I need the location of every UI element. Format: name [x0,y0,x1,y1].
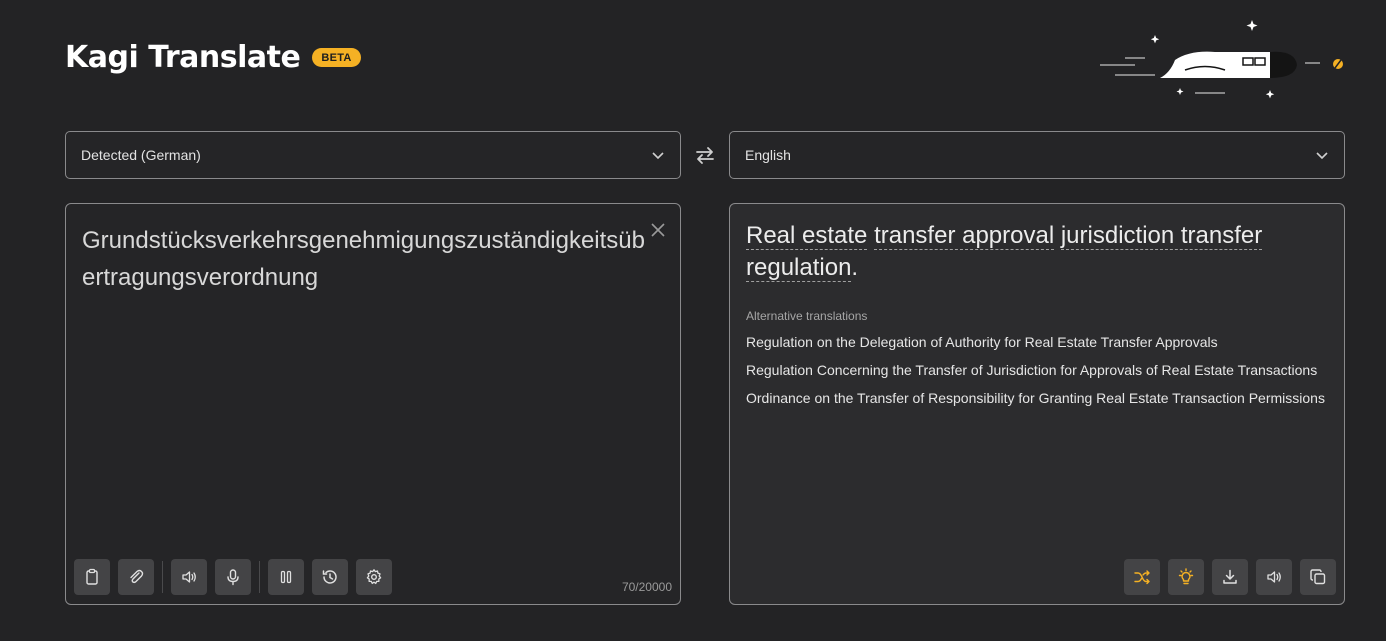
character-count: 70/20000 [621,580,672,594]
translation-segment[interactable]: transfer approval [874,222,1055,250]
app-title[interactable]: Kagi Translate [65,40,301,75]
speaker-icon [182,571,196,583]
translation-result[interactable]: Real estate transfer approval jurisdicti… [746,220,1326,284]
toolbar-divider [259,561,260,593]
doggo-mascot-illustration [1100,20,1343,99]
history-button[interactable] [312,559,348,595]
settings-button[interactable] [356,559,392,595]
paste-button[interactable] [74,559,110,595]
download-button[interactable] [1212,559,1248,595]
source-panel: Grundstücksverkehrsgenehmigungszuständig… [65,203,681,605]
speak-translation-button[interactable] [1256,559,1292,595]
beta-badge: BETA [312,48,361,67]
clipboard-icon [86,568,98,585]
toolbar-divider [162,561,163,593]
microphone-icon [227,569,239,586]
translation-segment[interactable]: Real estate [746,222,868,250]
chevron-down-icon [652,152,664,160]
target-language-select[interactable]: English [729,131,1345,179]
speaker-icon [1267,571,1281,583]
swap-languages-icon[interactable] [693,143,717,167]
alternative-translation[interactable]: Regulation on the Delegation of Authorit… [746,334,1325,362]
source-language-select[interactable]: Detected (German) [65,131,681,179]
explain-button[interactable] [1168,559,1204,595]
alternatives-heading: Alternative translations [746,309,868,323]
translation-segment: . [851,254,859,281]
source-language-value: Detected (German) [81,147,201,163]
source-textarea[interactable]: Grundstücksverkehrsgenehmigungszuständig… [82,222,652,296]
copy-button[interactable] [1300,559,1336,595]
attach-button[interactable] [118,559,154,595]
gear-icon [366,569,382,585]
lightbulb-icon [1178,568,1194,585]
copy-icon [1310,569,1326,585]
shuffle-icon [1134,570,1150,585]
translation-toolbar [1116,559,1336,595]
download-icon [1223,569,1237,584]
target-language-value: English [745,147,791,163]
chevron-down-icon [1316,152,1328,160]
app-header: Kagi Translate BETA [65,40,361,75]
microphone-button[interactable] [215,559,251,595]
speak-source-button[interactable] [171,559,207,595]
paperclip-icon [130,569,144,584]
pause-button[interactable] [268,559,304,595]
alternative-translation[interactable]: Regulation Concerning the Transfer of Ju… [746,362,1325,390]
history-icon [322,570,337,584]
alternatives-list: Regulation on the Delegation of Authorit… [746,334,1325,418]
clear-icon[interactable] [648,220,668,240]
shuffle-button[interactable] [1124,559,1160,595]
pause-icon [280,570,292,584]
translation-panel: Real estate transfer approval jurisdicti… [729,203,1345,605]
alternative-translation[interactable]: Ordinance on the Transfer of Responsibil… [746,390,1325,418]
translation-segment [1054,222,1061,249]
source-toolbar [74,559,400,595]
